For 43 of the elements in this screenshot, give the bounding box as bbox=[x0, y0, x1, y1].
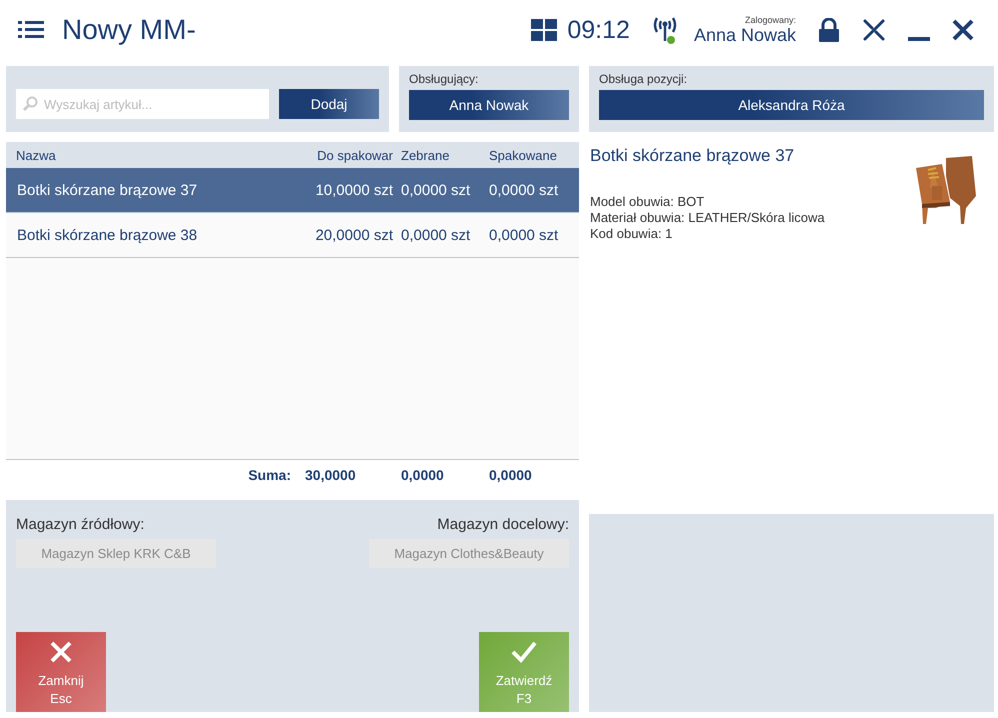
table-cell-text: 0,0000 szt bbox=[400, 226, 472, 244]
table-cell-text: Botki skórzane brązowe 37 bbox=[16, 182, 198, 198]
search-field[interactable]: Wyszukaj artykuł... bbox=[16, 89, 269, 119]
clock-time: 09:12 bbox=[567, 16, 630, 44]
sum-value: 0,0000 bbox=[400, 467, 445, 483]
table-cell-text: 0,0000 szt bbox=[488, 182, 560, 198]
padlock-icon[interactable] bbox=[818, 18, 840, 42]
close-icon[interactable] bbox=[952, 19, 974, 41]
table-cell-text: Botki skórzane brązowe 38 bbox=[16, 226, 198, 244]
menu-icon[interactable] bbox=[18, 20, 44, 40]
serving-person-button[interactable]: Anna Nowak bbox=[409, 90, 569, 120]
table-row[interactable]: Botki skórzane brązowe 37 10,0000 szt 0,0000 szt 0,0000 szt bbox=[6, 168, 579, 213]
item-service-label: Obsługa pozycji: bbox=[599, 72, 688, 86]
table-cell-text: 10,0000 szt bbox=[314, 182, 393, 198]
item-service-person-button[interactable]: Aleksandra Róża bbox=[599, 90, 984, 120]
table-cell-text: 0,0000 szt bbox=[488, 226, 560, 244]
checkmark-icon bbox=[511, 640, 537, 664]
logged-in-label: Zalogowany: bbox=[744, 14, 796, 24]
serving-label: Obsługujący: bbox=[409, 72, 480, 86]
sum-label: Suma: bbox=[247, 467, 292, 483]
close-button[interactable]: Zamknij Esc bbox=[16, 632, 106, 712]
target-warehouse-label: Magazyn docelowy: bbox=[437, 516, 569, 533]
column-header: Nazwa bbox=[16, 148, 57, 162]
product-attribute: Materiał obuwia: LEATHER/Skóra licowa bbox=[590, 210, 825, 225]
source-warehouse-label: Magazyn źródłowy: bbox=[16, 516, 146, 533]
sum-value: 0,0000 bbox=[488, 467, 533, 483]
table-cell-text: 20,0000 szt bbox=[314, 226, 393, 244]
column-header: Zebrane bbox=[400, 148, 450, 162]
product-title: Botki skórzane brązowe 37 bbox=[590, 146, 796, 166]
product-attribute: Kod obuwia: 1 bbox=[590, 226, 674, 241]
add-button[interactable]: Dodaj bbox=[279, 89, 379, 119]
tiles-icon[interactable] bbox=[531, 19, 558, 41]
column-header: Do spakowar bbox=[316, 148, 393, 162]
signal-tower-icon bbox=[652, 15, 678, 45]
close-icon bbox=[49, 640, 73, 664]
sum-value: 30,0000 bbox=[304, 467, 357, 483]
column-header: Spakowane bbox=[488, 148, 558, 162]
table-row[interactable]: Botki skórzane brązowe 38 20,0000 szt 0,0000 szt 0,0000 szt bbox=[6, 213, 579, 258]
search-icon bbox=[22, 96, 38, 112]
user-name: Anna Nowak bbox=[694, 24, 796, 46]
product-attribute: Model obuwia: BOT bbox=[590, 194, 706, 209]
window-title: Nowy MM- bbox=[62, 14, 196, 46]
table-cell-text: 0,0000 szt bbox=[400, 182, 472, 198]
